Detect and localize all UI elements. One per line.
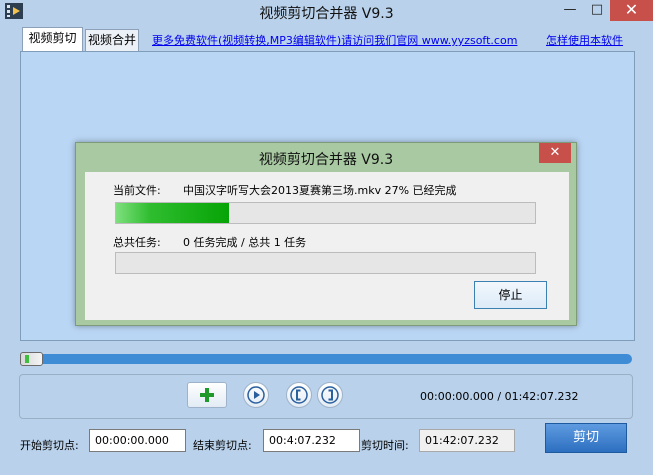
maximize-button[interactable]: □ [584, 0, 610, 21]
timeline-track[interactable] [20, 354, 632, 364]
add-file-button[interactable] [187, 382, 227, 408]
current-file-value: 中国汉字听写大会2013夏赛第三场.mkv 27% 已经完成 [183, 184, 457, 197]
start-point-label: 开始剪切点: [20, 439, 79, 452]
dialog-close-button[interactable]: ✕ [539, 143, 571, 163]
mark-in-button[interactable] [286, 382, 312, 408]
start-point-input[interactable] [89, 429, 186, 452]
minimize-button[interactable]: — [556, 0, 584, 21]
tab-video-cut[interactable]: 视频剪切 [22, 27, 83, 51]
plus-icon [200, 388, 214, 402]
duration-field [419, 429, 515, 452]
current-file-progress-bar [115, 202, 536, 224]
play-button[interactable] [243, 382, 269, 408]
dialog-title: 视频剪切合并器 V9.3 [258, 152, 394, 168]
current-file-label: 当前文件: [113, 184, 161, 197]
tab-video-merge[interactable]: 视频合并 [85, 29, 139, 51]
timeline-handle[interactable] [20, 352, 43, 366]
close-button[interactable]: ✕ [610, 0, 653, 21]
total-tasks-label: 总共任务: [113, 236, 161, 249]
mark-in-icon [290, 386, 308, 404]
end-point-input[interactable] [263, 429, 360, 452]
stop-button[interactable]: 停止 [474, 281, 547, 309]
play-icon [247, 386, 265, 404]
progress-dialog: 视频剪切合并器 V9.3 ✕ 当前文件: 中国汉字听写大会2013夏赛第三场.m… [75, 142, 577, 326]
more-software-link[interactable]: 更多免费软件(视频转换,MP3编辑软件)请访问我们官网 www.yyzsoft.… [152, 32, 517, 48]
how-to-use-link[interactable]: 怎样使用本软件 [546, 32, 623, 48]
total-tasks-value: 0 任务完成 / 总共 1 任务 [183, 236, 307, 249]
mark-out-icon [321, 386, 339, 404]
end-point-label: 结束剪切点: [193, 439, 252, 452]
mark-out-button[interactable] [317, 382, 343, 408]
duration-label: 剪切时间: [361, 439, 409, 452]
dialog-content: 当前文件: 中国汉字听写大会2013夏赛第三场.mkv 27% 已经完成 总共任… [85, 172, 569, 320]
time-readout: 00:00:00.000 / 01:42:07.232 [420, 390, 579, 403]
title-bar: 视频剪切合并器 V9.3 — □ ✕ [0, 0, 653, 24]
current-file-progress-fill [116, 203, 230, 223]
total-progress-bar [115, 252, 536, 274]
cut-button[interactable]: 剪切 [545, 423, 627, 453]
